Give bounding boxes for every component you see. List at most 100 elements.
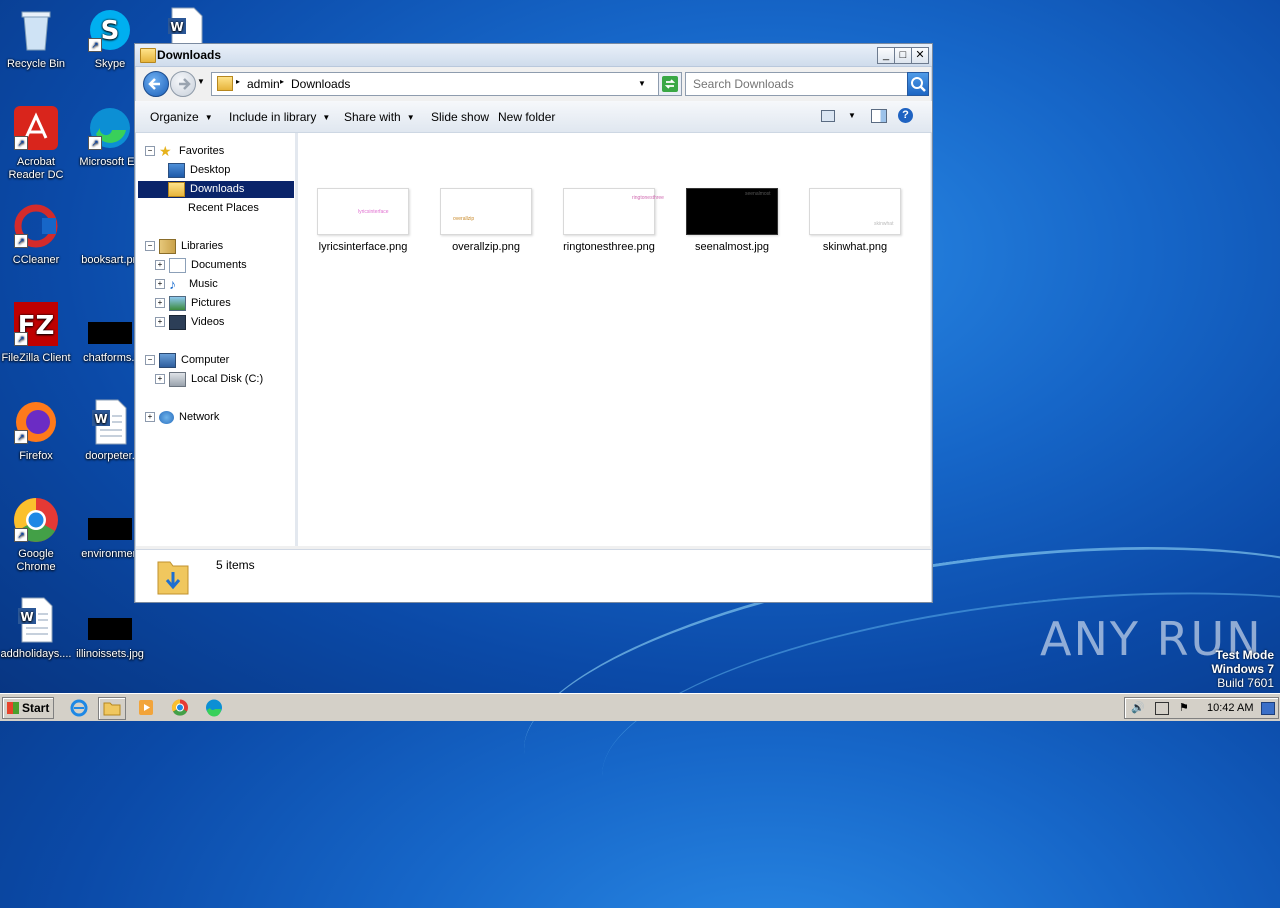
file-item-seenalmost[interactable]: seenalmost seenalmost.jpg <box>677 188 787 253</box>
file-item-overallzip[interactable]: overallzip overallzip.png <box>431 188 541 253</box>
desktop-icon-recycle-bin[interactable]: Recycle Bin <box>0 6 74 71</box>
downloads-folder-icon <box>157 561 189 595</box>
close-button[interactable]: ✕ <box>911 47 929 64</box>
image-thumbnail: skinwhat <box>809 188 901 235</box>
network-status-icon[interactable] <box>1155 702 1169 715</box>
desktop-icon-ccleaner[interactable]: ↗ CCleaner <box>0 202 74 267</box>
desktop-icon-illinoissets[interactable]: illinoissets.jpg <box>72 596 148 661</box>
collapse-icon[interactable]: − <box>145 355 155 366</box>
volume-icon[interactable]: 🔊 <box>1131 701 1145 714</box>
include-in-library-button[interactable]: Include in library ▼ <box>229 110 330 124</box>
arrow-right-icon <box>179 78 191 90</box>
collapse-icon[interactable]: − <box>145 241 155 252</box>
firefox-icon: ↗ <box>12 398 60 446</box>
shortcut-arrow-icon: ↗ <box>14 528 28 542</box>
file-item-lyricsinterface[interactable]: lyricsinterface lyricsinterface.png <box>308 188 418 253</box>
show-desktop-icon[interactable] <box>1261 702 1275 715</box>
collapse-icon[interactable]: − <box>145 146 155 157</box>
search-box[interactable] <box>685 72 909 96</box>
minimize-button[interactable]: _ <box>877 47 895 64</box>
documents-icon <box>169 257 186 273</box>
expand-icon[interactable]: + <box>155 298 165 309</box>
back-button[interactable] <box>143 71 169 97</box>
expand-icon[interactable]: + <box>155 279 165 290</box>
shortcut-arrow-icon: ↗ <box>88 38 102 52</box>
search-button[interactable] <box>907 72 929 96</box>
desktop-icon-filezilla[interactable]: FZ ↗ FileZilla Client <box>0 300 74 365</box>
refresh-button[interactable] <box>658 72 682 96</box>
breadcrumb-downloads[interactable]: Downloads <box>291 77 350 91</box>
nav-favorites[interactable]: − ★ Favorites <box>145 143 224 160</box>
share-with-button[interactable]: Share with ▼ <box>344 110 415 124</box>
nav-computer[interactable]: − Computer <box>145 352 229 369</box>
taskbar-edge[interactable] <box>201 697 227 718</box>
image-thumbnail: ringtonesthree <box>563 188 664 235</box>
action-center-flag-icon[interactable]: ⚑ <box>1179 701 1189 714</box>
test-mode-notice: Test Mode Windows 7 Build 7601 <box>1211 648 1274 690</box>
file-name: lyricsinterface.png <box>318 241 408 253</box>
file-item-skinwhat[interactable]: skinwhat skinwhat.png <box>800 188 910 253</box>
desktop-icon-chrome[interactable]: ↗ Google Chrome <box>0 496 74 574</box>
preview-pane-icon[interactable] <box>871 109 887 123</box>
breadcrumb-admin[interactable]: admin <box>247 77 280 91</box>
nav-libraries[interactable]: − Libraries <box>145 238 223 255</box>
file-list[interactable]: lyricsinterface lyricsinterface.png over… <box>298 133 930 546</box>
star-icon: ★ <box>159 142 172 159</box>
shortcut-arrow-icon: ↗ <box>14 430 28 444</box>
image-thumbnail: overallzip <box>440 188 532 235</box>
folder-icon <box>103 702 121 716</box>
library-icon <box>159 238 176 254</box>
svg-text:S: S <box>101 16 120 46</box>
taskbar-media-player[interactable] <box>133 697 159 718</box>
expand-icon[interactable]: + <box>155 317 165 328</box>
slide-show-button[interactable]: Slide show <box>431 110 489 124</box>
forward-button[interactable] <box>170 71 196 97</box>
taskbar-chrome[interactable] <box>167 697 193 718</box>
shortcut-arrow-icon: ↗ <box>14 136 28 150</box>
desktop-icon-firefox[interactable]: ↗ Firefox <box>0 398 74 463</box>
search-input[interactable] <box>691 76 905 92</box>
address-dropdown-icon[interactable]: ▼ <box>638 79 646 88</box>
image-file-icon <box>86 496 134 544</box>
maximize-button[interactable]: □ <box>894 47 912 64</box>
expand-icon[interactable]: + <box>155 374 165 385</box>
explorer-window[interactable]: Downloads _ □ ✕ ▼ ▸ admin ▸ Downloads ▼ <box>134 43 933 603</box>
desktop-icon-addholidays[interactable]: W addholidays.... <box>0 596 74 661</box>
organize-button[interactable]: Organize ▼ <box>150 110 213 124</box>
taskbar-ie[interactable] <box>66 697 92 718</box>
navigation-pane: − ★ Favorites Desktop Downloads Recent Pla… <box>136 133 298 546</box>
nav-desktop[interactable]: Desktop <box>168 162 230 179</box>
address-bar[interactable]: ▸ admin ▸ Downloads ▼ <box>211 72 659 96</box>
nav-recent-places[interactable]: Recent Places <box>168 200 259 217</box>
start-button[interactable]: Start <box>2 697 54 719</box>
nav-music[interactable]: + ♪ Music <box>155 276 218 293</box>
svg-text:W: W <box>170 20 183 34</box>
help-icon[interactable]: ? <box>898 108 913 123</box>
file-name: seenalmost.jpg <box>695 241 769 253</box>
new-folder-button[interactable]: New folder <box>498 110 555 124</box>
recent-pages-dropdown[interactable]: ▼ <box>197 77 205 86</box>
expand-icon[interactable]: + <box>145 412 155 423</box>
chrome-icon <box>171 699 188 716</box>
view-options-dropdown[interactable]: ▼ <box>848 111 856 120</box>
shortcut-arrow-icon: ↗ <box>14 332 28 346</box>
hard-drive-icon <box>169 371 186 387</box>
file-item-ringtonesthree[interactable]: ringtonesthree ringtonesthree.png <box>554 188 664 253</box>
taskbar-explorer[interactable] <box>98 697 126 720</box>
nav-videos[interactable]: + Videos <box>155 314 224 331</box>
window-title: Downloads <box>157 48 222 62</box>
pictures-icon <box>169 295 186 311</box>
title-bar[interactable]: Downloads _ □ ✕ <box>135 44 932 67</box>
expand-icon[interactable]: + <box>155 260 165 271</box>
change-view-icon[interactable] <box>821 110 835 122</box>
nav-network[interactable]: + Network <box>145 409 219 426</box>
breadcrumb-separator-icon: ▸ <box>280 77 285 86</box>
nav-documents[interactable]: + Documents <box>155 257 247 274</box>
desktop-icon-acrobat[interactable]: ↗ Acrobat Reader DC <box>0 104 74 182</box>
nav-pictures[interactable]: + Pictures <box>155 295 231 312</box>
shortcut-arrow-icon: ↗ <box>88 136 102 150</box>
nav-local-disk[interactable]: + Local Disk (C:) <box>155 371 263 388</box>
folder-icon <box>217 76 233 91</box>
nav-downloads[interactable]: Downloads <box>138 181 294 198</box>
clock[interactable]: 10:42 AM <box>1207 702 1253 714</box>
